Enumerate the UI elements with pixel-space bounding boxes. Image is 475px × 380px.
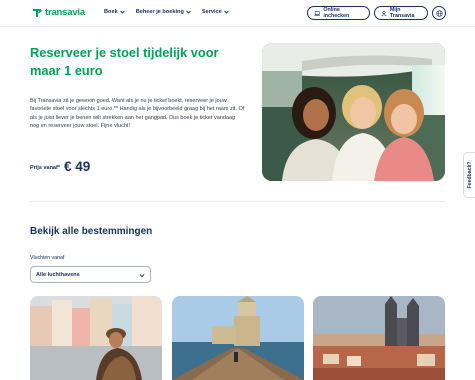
destination-image-town: [30, 296, 162, 380]
nav-item-beheer-je-boeking[interactable]: Beheer je boeking: [136, 9, 191, 15]
chevron-down-icon: [119, 10, 125, 14]
feedback-label: Feedback?: [466, 161, 473, 189]
destinations-title: Bekijk alle bestemmingen: [30, 226, 153, 237]
nav-item-label: Boek: [104, 9, 118, 15]
nav-item-boek[interactable]: Boek: [104, 9, 125, 15]
main-nav: Boek Beheer je boeking Service: [104, 9, 229, 15]
departure-airport-select[interactable]: Alle luchthavens: [30, 266, 151, 283]
destination-image-tower: [172, 296, 304, 380]
my-transavia-label: Mijn Transavia: [389, 7, 415, 19]
language-button[interactable]: [432, 6, 446, 20]
globe-icon: [435, 9, 443, 17]
price-value: € 49: [64, 159, 91, 174]
section-divider: [30, 201, 445, 202]
departure-airport-value: Alle luchthavens: [36, 272, 80, 278]
feedback-tab[interactable]: Feedback?: [463, 152, 475, 198]
nav-item-service[interactable]: Service: [202, 9, 229, 15]
hero-photo: [262, 43, 445, 181]
laptop-icon: [314, 10, 320, 16]
user-icon: [381, 10, 387, 16]
chevron-down-icon: [223, 10, 229, 14]
my-transavia-button[interactable]: Mijn Transavia: [374, 6, 428, 20]
departure-filter-label: Vluchten vanaf: [30, 255, 65, 261]
hero-image-passengers: [262, 43, 445, 181]
destination-card[interactable]: [172, 296, 304, 380]
transavia-logo[interactable]: transavia: [32, 7, 85, 18]
transavia-logo-icon: [33, 9, 42, 17]
chevron-down-icon: [139, 273, 145, 278]
price-label: Prijs vanaf*: [30, 165, 60, 171]
site-header: transavia Boek Beheer je boeking Service…: [0, 0, 475, 27]
brand-name: transavia: [45, 7, 85, 18]
destination-card[interactable]: [313, 296, 445, 380]
online-checkin-button[interactable]: Online inchecken: [307, 6, 370, 20]
nav-item-label: Service: [201, 9, 222, 15]
destination-card[interactable]: [30, 296, 162, 380]
destination-image-city: [313, 296, 445, 380]
hero-body-text: Bij Transavia zit je gewoon goed. Want a…: [30, 98, 245, 130]
nav-item-label: Beheer je boeking: [135, 9, 184, 15]
hero-title: Reserveer je stoel tijdelijk voor maar 1…: [30, 45, 219, 78]
chevron-down-icon: [186, 10, 191, 14]
online-checkin-label: Online inchecken: [323, 7, 350, 19]
